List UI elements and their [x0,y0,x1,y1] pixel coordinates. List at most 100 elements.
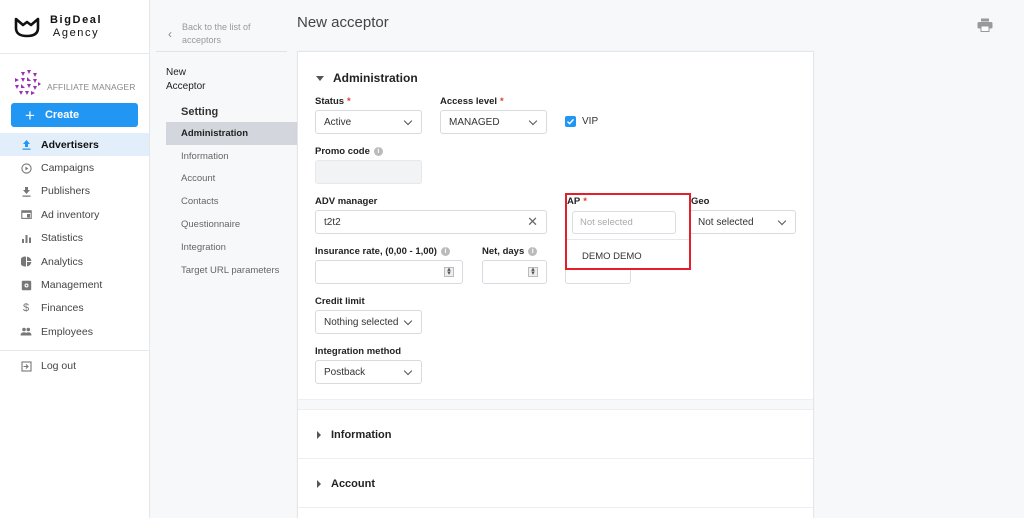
nav-item-advertisers[interactable]: Advertisers [0,133,149,157]
nav-item-statistics[interactable]: Statistics [0,227,149,250]
back-to-list-link[interactable]: ‹ Back to the list of acceptors [156,0,287,52]
nav-item-logout[interactable]: Log out [0,355,149,378]
plus-icon: + [25,105,35,125]
select-value: MANAGED [449,116,500,128]
create-button[interactable]: + Create [11,103,138,127]
dropdown-divider [567,239,689,240]
adv-manager-label: ADV manager [315,196,378,207]
nav-label: Management [41,279,103,292]
select-value: Postback [324,366,366,378]
net-days-label: Net, days i [482,246,538,257]
subnav-item-account[interactable]: Account [166,168,297,191]
create-button-label: Create [44,109,80,121]
geo-select[interactable]: Not selected [689,210,796,234]
nav-label: Finances [41,302,84,315]
chevron-down-icon [403,116,413,125]
vip-label: VIP [582,116,599,127]
select-value: Nothing selected [324,316,399,328]
nav-item-analytics[interactable]: Analytics [0,250,149,273]
logout-icon [20,360,32,372]
label-text: Insurance rate, (0,00 - 1,00) [315,246,437,257]
brand-sub: Agency [52,26,100,39]
integration-method-select[interactable]: Postback [315,360,422,384]
subnav-item-integration[interactable]: Integration [166,236,297,259]
nav-label: Statistics [41,232,84,245]
brand[interactable]: BigDeal Agency [0,0,149,54]
nav-item-ad-inventory[interactable]: Ad inventory [0,203,149,226]
access-level-label: Access level * [440,96,504,107]
select-value: t2t2 [324,216,341,228]
promo-code-input [315,160,422,184]
settings-box-icon [20,279,32,291]
page-title: New acceptor [297,14,389,31]
vip-checkbox[interactable] [565,116,576,127]
adv-manager-select[interactable]: t2t2 ✕ [315,210,547,234]
label-text: Promo code [315,146,370,157]
ap-option[interactable]: DEMO DEMO [582,251,642,262]
info-icon[interactable]: i [528,247,538,256]
role-logo-icon [15,70,41,95]
nav-label: Analytics [41,255,84,268]
nav-item-employees[interactable]: Employees [0,320,149,343]
net-days-input[interactable]: ▴ ▾ [482,260,547,284]
section-title: Account [331,477,375,490]
clear-icon[interactable]: ✕ [527,214,538,230]
subnav-item-information[interactable]: Information [166,145,297,168]
information-section-toggle[interactable]: Information [298,411,813,459]
chevron-left-icon: ‹ [168,26,172,41]
checkmark-icon [567,118,575,125]
info-icon[interactable]: i [373,147,383,156]
nav-item-finances[interactable]: $ Finances [0,297,149,320]
insurance-rate-input[interactable]: ▴ ▾ [315,260,463,284]
section-title: Information [331,428,392,441]
window-icon [20,209,32,221]
chevron-down-icon [528,116,538,125]
status-label: Status * [315,96,351,107]
nav-item-management[interactable]: Management [0,273,149,296]
nav-item-campaigns[interactable]: Campaigns [0,156,149,179]
form-panel: Administration Status * Active Access lev… [297,51,814,518]
account-section-toggle[interactable]: Account [298,460,813,508]
subnav-section-title: Setting [181,106,219,118]
brand-logo-icon [14,17,40,37]
upload-icon [20,139,32,151]
integration-method-label: Integration method [315,346,402,357]
status-select[interactable]: Active [315,110,422,134]
role-badge: AFFILIATE MANAGER [0,54,149,98]
caret-right-icon [317,430,321,439]
subnav-item-target-url-parameters[interactable]: Target URL parameters [166,259,297,282]
chevron-down-icon [403,316,413,325]
label-text: Access level [440,96,498,107]
caret-down-icon [316,75,324,81]
chevron-down-icon [777,216,787,225]
subnav-item-administration[interactable]: Administration [166,122,297,145]
select-value: Active [324,116,352,128]
nav-label: Publishers [41,185,91,198]
label-text: AP [567,196,581,207]
required-mark: * [500,96,504,107]
entity-title-line2: Acceptor [166,81,206,92]
spinner-icon[interactable]: ▴ ▾ [528,266,538,277]
administration-section-toggle[interactable]: Administration [316,71,418,85]
info-icon[interactable]: i [440,247,450,256]
nav-label: Employees [41,325,93,338]
section-title: Administration [333,71,418,85]
pie-chart-icon [20,256,32,268]
subnav-item-questionnaire[interactable]: Questionnaire [166,213,297,236]
access-level-select[interactable]: MANAGED [440,110,547,134]
credit-limit-label: Credit limit [315,296,365,307]
bar-chart-icon [20,232,32,244]
back-link-label: Back to the list of acceptors [182,21,251,45]
credit-limit-select[interactable]: Nothing selected [315,310,422,334]
nav-label: Advertisers [41,138,99,151]
sidebar: BigDeal Agency AFFILIATE MANAGER + Creat… [0,0,150,518]
spinner-icon[interactable]: ▴ ▾ [444,266,454,277]
main-nav: Advertisers Campaigns Publishers Ad inve… [0,133,149,378]
nav-label: Log out [41,360,77,373]
subnav-item-contacts[interactable]: Contacts [166,190,297,213]
entity-title: New Acceptor [150,52,297,94]
ap-search-input[interactable]: Not selected [572,211,676,234]
printer-icon[interactable] [977,18,993,32]
nav-item-publishers[interactable]: Publishers [0,180,149,203]
dollar-icon: $ [22,302,30,315]
